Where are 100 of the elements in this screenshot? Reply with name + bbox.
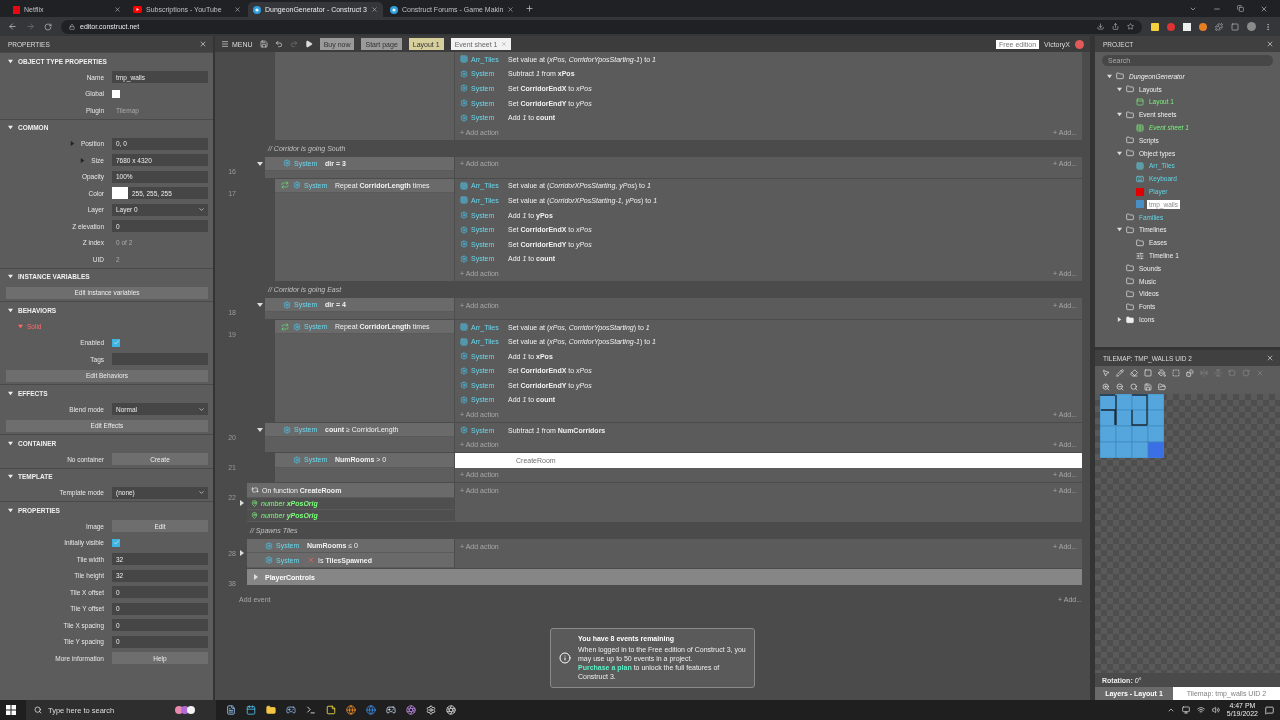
- caret-icon[interactable]: [1117, 86, 1122, 92]
- gear-icon: [460, 113, 468, 122]
- folder-icon: [1116, 72, 1124, 81]
- random-icon[interactable]: [1186, 369, 1194, 377]
- chevron-icon: [198, 489, 205, 497]
- monitor-icon[interactable]: [1181, 706, 1190, 714]
- grid-icon: [460, 337, 468, 346]
- close-icon[interactable]: [1260, 4, 1268, 13]
- play-icon[interactable]: [304, 40, 313, 48]
- caret-icon[interactable]: [8, 440, 13, 446]
- terminal-icon[interactable]: [306, 705, 316, 715]
- windows-icon[interactable]: [6, 705, 16, 715]
- caret-icon[interactable]: [1117, 227, 1122, 233]
- caret-icon[interactable]: [1117, 317, 1122, 323]
- save-icon[interactable]: [1144, 383, 1152, 391]
- note-icon[interactable]: [326, 705, 336, 715]
- checkbox[interactable]: [112, 89, 120, 98]
- search-icon: [34, 706, 42, 714]
- document-icon[interactable]: [226, 705, 236, 715]
- caret-icon[interactable]: [8, 58, 13, 64]
- volume-icon[interactable]: [1211, 706, 1220, 714]
- favicon-icon: [133, 6, 142, 13]
- gear-icon: [460, 99, 468, 108]
- caret-icon[interactable]: [1117, 112, 1122, 118]
- eraser-icon[interactable]: [1130, 369, 1138, 377]
- pencil-icon[interactable]: [1116, 369, 1124, 377]
- pin-icon: [251, 511, 258, 519]
- check-icon: [112, 339, 120, 347]
- caret-icon[interactable]: [1107, 73, 1112, 79]
- rectangle-icon[interactable]: [1144, 369, 1152, 377]
- zoom-out-icon[interactable]: [1116, 383, 1124, 391]
- browser-icon[interactable]: [346, 705, 356, 715]
- calendar-icon[interactable]: [246, 705, 256, 715]
- notifications-icon[interactable]: [1265, 705, 1274, 715]
- caret-icon[interactable]: [239, 550, 245, 557]
- folder-icon: [1126, 302, 1134, 311]
- close-icon[interactable]: [370, 6, 378, 13]
- install-icon[interactable]: [1097, 23, 1104, 30]
- layout-icon: [1136, 98, 1144, 106]
- news-icon[interactable]: [174, 705, 196, 715]
- browser-icon[interactable]: [366, 705, 376, 715]
- caret-icon[interactable]: [1117, 150, 1122, 156]
- timeline-icon: [1136, 251, 1144, 260]
- grid-icon: [460, 55, 468, 64]
- avatar-icon[interactable]: [1075, 39, 1084, 49]
- puzzle-icon[interactable]: [1215, 22, 1223, 31]
- avatar-icon[interactable]: [1247, 22, 1256, 31]
- caret-icon[interactable]: [8, 274, 13, 279]
- chevron-icon[interactable]: [1166, 706, 1175, 714]
- network-icon[interactable]: [1196, 706, 1205, 714]
- chevron-icon: [198, 405, 205, 413]
- caret-icon[interactable]: [8, 390, 13, 396]
- pointer-icon[interactable]: [1102, 369, 1110, 377]
- caret-icon[interactable]: [239, 499, 245, 506]
- undo-icon[interactable]: [274, 40, 283, 48]
- gamepad-icon[interactable]: [286, 705, 296, 715]
- save-icon[interactable]: [259, 40, 268, 48]
- color-swatch[interactable]: [112, 187, 128, 200]
- caret-icon[interactable]: [257, 160, 263, 167]
- folder-icon: [1126, 289, 1134, 298]
- settings-icon[interactable]: [426, 705, 436, 715]
- reload-icon[interactable]: [44, 22, 52, 31]
- gear-icon: [460, 225, 468, 234]
- close-icon[interactable]: [114, 6, 121, 13]
- folder-icon[interactable]: [266, 705, 276, 715]
- restore-icon[interactable]: [1237, 5, 1244, 12]
- caret-icon[interactable]: [257, 426, 263, 433]
- aperture-icon[interactable]: [446, 705, 456, 715]
- zoom-icon[interactable]: [1130, 383, 1138, 391]
- folder-icon: [1126, 149, 1134, 158]
- back-icon[interactable]: [8, 22, 17, 31]
- gear-icon: [460, 352, 468, 361]
- new-tab-icon[interactable]: [525, 4, 535, 13]
- close-icon[interactable]: [507, 6, 515, 13]
- share-icon[interactable]: [1112, 23, 1119, 30]
- folder-icon: [1126, 136, 1134, 145]
- tileset-drawing[interactable]: [1100, 394, 1164, 458]
- function-icon: [251, 486, 259, 495]
- gear-icon: [460, 69, 468, 78]
- camera-icon[interactable]: [406, 705, 416, 715]
- grid-icon: [460, 181, 468, 190]
- star-icon[interactable]: [1127, 23, 1134, 30]
- fill-icon[interactable]: [1158, 369, 1166, 377]
- gear-icon: [283, 425, 291, 434]
- close-icon[interactable]: [234, 6, 241, 13]
- caret-icon[interactable]: [8, 474, 13, 479]
- caret-icon[interactable]: [8, 125, 13, 130]
- checkbox[interactable]: [112, 538, 120, 547]
- caret-icon[interactable]: [8, 507, 13, 513]
- caret-icon[interactable]: [257, 301, 263, 308]
- gear-icon: [460, 84, 468, 93]
- caret-icon[interactable]: [253, 574, 259, 581]
- checkbox[interactable]: [112, 338, 120, 347]
- gamepad-icon[interactable]: [386, 705, 396, 715]
- menu-icon[interactable]: [1264, 22, 1272, 31]
- caret-icon[interactable]: [8, 307, 13, 313]
- zoom-in-icon[interactable]: [1102, 383, 1110, 391]
- sidebar-icon[interactable]: [1231, 22, 1239, 31]
- selection-icon[interactable]: [1172, 369, 1180, 377]
- loop-icon: [281, 322, 289, 331]
